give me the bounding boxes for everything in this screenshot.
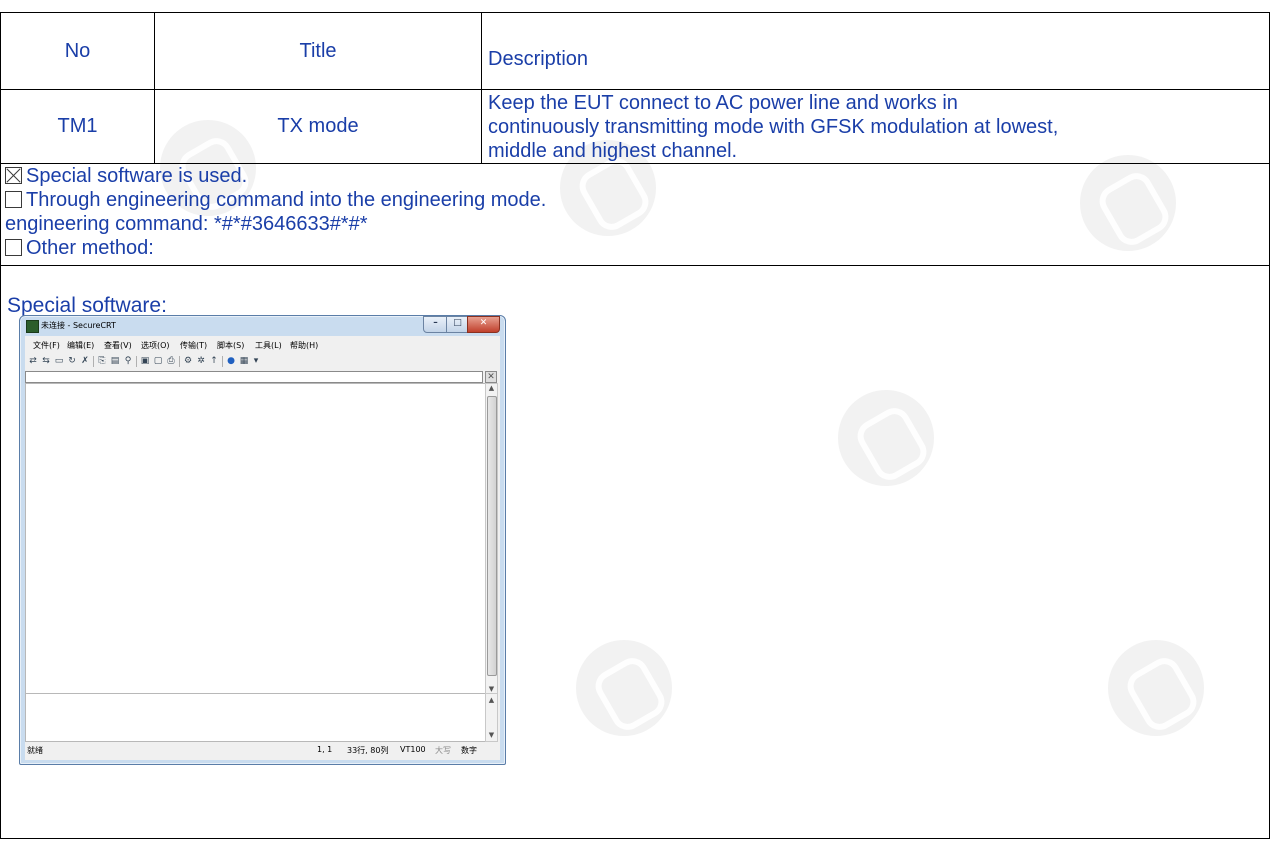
- printer-icon[interactable]: ⎙: [166, 356, 176, 366]
- maximize-button[interactable]: □: [446, 316, 469, 333]
- securecrt-window: 未连接 - SecureCRT – □ ✕ 文件(F) 编辑(E) 查看(V) …: [19, 315, 506, 765]
- method-row: Special software is used. Through engine…: [0, 163, 1270, 266]
- option-label: Other method:: [26, 237, 154, 259]
- toolbar-overflow-icon[interactable]: ▾: [251, 356, 261, 366]
- scroll-down-icon[interactable]: ▼: [486, 731, 497, 739]
- option-special-software: Special software is used.: [5, 164, 1269, 188]
- status-ready: 就绪: [27, 746, 43, 755]
- menu-edit[interactable]: 编辑(E): [67, 340, 94, 351]
- menu-view[interactable]: 查看(V): [104, 340, 132, 351]
- quick-connect-icon[interactable]: ⇆: [41, 356, 51, 366]
- connect-tab-icon[interactable]: ▭: [54, 356, 64, 366]
- checked-box-icon: [5, 167, 22, 184]
- close-bar-button[interactable]: ✕: [485, 371, 497, 383]
- keymap-editor-icon[interactable]: ▦: [239, 356, 249, 366]
- status-bar: 就绪 1, 1 33行, 80列 VT100 大写 数字: [25, 742, 500, 756]
- maximize-icon: □: [453, 318, 462, 328]
- menu-transfer[interactable]: 传输(T): [180, 340, 207, 351]
- cell-title: TX mode: [154, 89, 482, 164]
- command-window[interactable]: [25, 693, 487, 742]
- engineering-command-text: engineering command: *#*#3646633#*#*: [5, 213, 368, 235]
- window-title: 未连接 - SecureCRT: [41, 321, 116, 330]
- option-label: Through engineering command into the eng…: [26, 189, 547, 211]
- close-button[interactable]: ✕: [467, 316, 500, 333]
- menu-tools[interactable]: 工具(L): [255, 340, 282, 351]
- cell-no: TM1: [0, 89, 155, 164]
- print-icon[interactable]: ▣: [140, 356, 150, 366]
- scroll-up-icon[interactable]: ▲: [486, 696, 497, 704]
- window-titlebar: 未连接 - SecureCRT – □ ✕: [20, 316, 505, 336]
- toolbar-separator: [179, 356, 180, 367]
- option-engineering-command: Through engineering command into the eng…: [5, 188, 1269, 212]
- disconnect-icon[interactable]: ✗: [80, 356, 90, 366]
- table-row: TM1 TX mode Keep the EUT connect to AC p…: [0, 89, 1270, 164]
- method-cell: Special software is used. Through engine…: [0, 163, 1270, 266]
- status-num: 数字: [461, 746, 477, 755]
- copy-icon[interactable]: ⎘: [97, 356, 107, 366]
- connect-icon[interactable]: ⇄: [28, 356, 38, 366]
- toolbar: ⇄ ⇆ ▭ ↻ ✗ ⎘ ▤ ⚲ ▣ ▢ ⎙ ⚙ ✲ ↑ ● ▦ ▾: [25, 353, 500, 370]
- terminal-scrollbar[interactable]: ▲ ▼: [485, 383, 498, 694]
- status-emulation: VT100: [400, 745, 426, 754]
- global-options-icon[interactable]: ✲: [196, 356, 206, 366]
- toolbar-separator: [93, 356, 94, 367]
- help-icon[interactable]: ●: [226, 356, 236, 366]
- menu-help[interactable]: 帮助(H): [290, 340, 318, 351]
- window-client: 文件(F) 编辑(E) 查看(V) 选项(O) 传输(T) 脚本(S) 工具(L…: [25, 336, 500, 760]
- test-mode-table: No Title Description TM1 TX mode Keep th…: [0, 12, 1270, 839]
- unchecked-box-icon: [5, 191, 22, 208]
- unchecked-box-icon: [5, 239, 22, 256]
- software-row: Special software: 未连接 - SecureCRT – □ ✕: [0, 265, 1270, 839]
- close-icon: ✕: [479, 318, 488, 328]
- find-icon[interactable]: ⚲: [123, 356, 133, 366]
- toolbar-separator: [136, 356, 137, 367]
- minimize-icon: –: [433, 318, 438, 328]
- reconnect-icon[interactable]: ↻: [67, 356, 77, 366]
- menu-options[interactable]: 选项(O): [141, 340, 170, 351]
- software-cell: Special software: 未连接 - SecureCRT – □ ✕: [0, 265, 1270, 839]
- description-line: continuously transmitting mode with GFSK…: [488, 115, 1059, 138]
- description-line: middle and highest channel.: [488, 139, 738, 162]
- scroll-up-icon[interactable]: ▲: [486, 384, 497, 392]
- address-input[interactable]: [25, 371, 483, 383]
- scroll-down-icon[interactable]: ▼: [486, 685, 497, 693]
- option-other-method: Other method:: [5, 236, 1269, 260]
- menu-file[interactable]: 文件(F): [33, 340, 60, 351]
- header-title: Title: [154, 12, 482, 90]
- minimize-button[interactable]: –: [423, 316, 448, 333]
- paste-icon[interactable]: ▤: [110, 356, 120, 366]
- terminal-area[interactable]: [25, 383, 487, 694]
- table-header-row: No Title Description: [0, 12, 1270, 90]
- menu-bar: 文件(F) 编辑(E) 查看(V) 选项(O) 传输(T) 脚本(S) 工具(L…: [25, 336, 500, 353]
- menu-script[interactable]: 脚本(S): [217, 340, 244, 351]
- description-line: Keep the EUT connect to AC power line an…: [488, 91, 958, 114]
- scrollbar-thumb[interactable]: [487, 396, 497, 676]
- command-scrollbar[interactable]: ▲ ▼: [485, 693, 498, 742]
- document: No Title Description TM1 TX mode Keep th…: [0, 12, 1270, 839]
- status-position: 1, 1: [317, 745, 333, 754]
- status-size: 33行, 80列: [347, 746, 389, 755]
- header-no: No: [0, 12, 155, 90]
- session-options-icon[interactable]: ⚙: [183, 356, 193, 366]
- toolbar-separator: [222, 356, 223, 367]
- header-description: Description: [481, 12, 1270, 90]
- option-label: Special software is used.: [26, 165, 248, 187]
- cell-description: Keep the EUT connect to AC power line an…: [481, 89, 1270, 164]
- status-caps: 大写: [435, 746, 451, 755]
- securecrt-app-icon: [26, 320, 39, 333]
- print-selection-icon[interactable]: ▢: [153, 356, 163, 366]
- window-controls: – □ ✕: [423, 316, 500, 333]
- keymap-icon[interactable]: ↑: [209, 356, 219, 366]
